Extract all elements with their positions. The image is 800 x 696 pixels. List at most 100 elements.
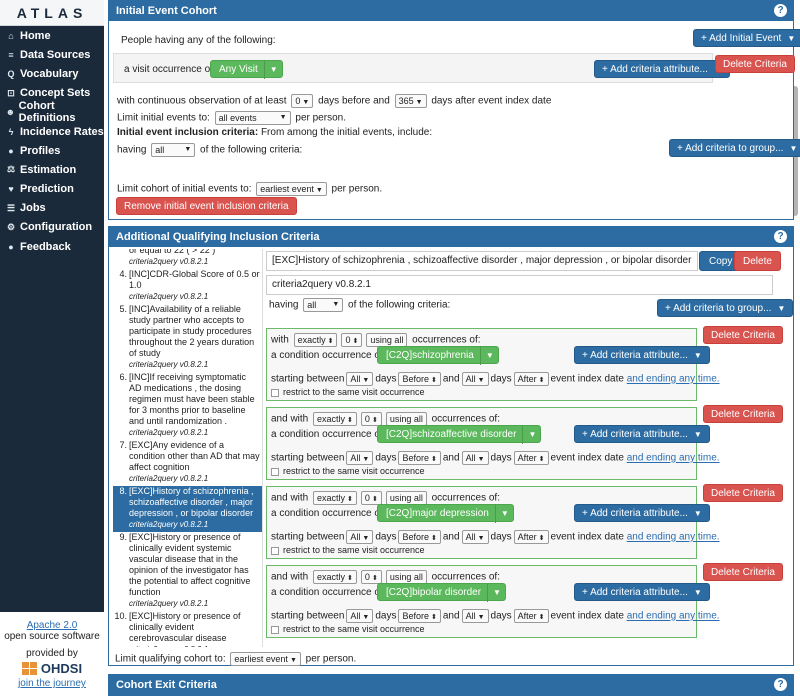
inclusion-rule-list[interactable]: or equal to 22 ( > 22 ) criteria2query v0… — [113, 249, 263, 647]
having-select[interactable]: all ▼ — [151, 143, 196, 157]
count-input[interactable]: 0 ⬍ — [360, 570, 382, 584]
sidebar-item-cohort-definitions[interactable]: ☻ Cohort Definitions — [0, 100, 104, 124]
before-value: Before — [402, 611, 429, 621]
end-days-select[interactable]: All ▼ — [461, 372, 489, 386]
help-icon[interactable]: ? — [774, 4, 787, 17]
rule-add-criteria-to-group-button[interactable]: + Add criteria to group... ▼ — [657, 299, 794, 317]
after-select[interactable]: After ⬍ — [513, 372, 549, 386]
sidebar-item-data-sources[interactable]: ≡ Data Sources — [0, 45, 104, 64]
limit-cohort-select[interactable]: earliest event ▼ — [256, 182, 327, 196]
caret-down-icon: ▼ — [494, 505, 509, 523]
join-journey-link[interactable]: join the journey — [0, 678, 104, 689]
remove-inclusion-criteria-button[interactable]: Remove initial event inclusion criteria — [116, 197, 297, 215]
inclusion-rule-item[interactable]: 5. [INC]Availability of a reliable study … — [113, 304, 262, 372]
end-days-select[interactable]: All ▼ — [461, 609, 489, 623]
rule-description-input[interactable]: criteria2query v0.8.2.1 — [266, 275, 773, 295]
add-criteria-attribute-button[interactable]: + Add criteria attribute...▼ — [574, 346, 710, 364]
start-days-select[interactable]: All ▼ — [346, 609, 374, 623]
concept-set-button[interactable]: [C2Q]schizophrenia ▼ — [377, 346, 499, 365]
limit-qualifying-select[interactable]: earliest event ▼ — [230, 652, 301, 666]
start-days-select[interactable]: All ▼ — [346, 372, 374, 386]
inclusion-rule-item[interactable]: 6. [INC]If receiving symptomatic AD medic… — [113, 372, 262, 440]
days-after-select[interactable]: 365 ▼ — [394, 94, 427, 108]
sidebar-item-vocabulary[interactable]: Q Vocabulary — [0, 64, 104, 83]
start-days-select[interactable]: All ▼ — [346, 530, 374, 544]
sidebar-item-estimation[interactable]: ⚖ Estimation — [0, 160, 104, 179]
sidebar-item-configuration[interactable]: ⚙ Configuration — [0, 218, 104, 237]
event-index-text: event index date — [550, 373, 624, 385]
sidebar-item-profiles[interactable]: ● Profiles — [0, 141, 104, 160]
add-criteria-attribute-button[interactable]: + Add criteria attribute...▼ — [574, 504, 710, 522]
sidebar-item-jobs[interactable]: ☰ Jobs — [0, 199, 104, 218]
count-type-select[interactable]: exactly ⬍ — [313, 412, 357, 426]
before-select[interactable]: Before ⬍ — [398, 530, 441, 544]
occurrence-row: and with exactly ⬍ 0 ⬍ using all occurrences… — [271, 491, 500, 505]
inclusion-rule-item[interactable]: 10. [EXC]History or presence of clinicall… — [113, 611, 262, 647]
ending-any-time-link[interactable]: and ending any time. — [627, 532, 720, 543]
start-days-select[interactable]: All ▼ — [346, 451, 374, 465]
restrict-visit-checkbox[interactable] — [271, 467, 279, 476]
rule-having-select[interactable]: all ▼ — [303, 298, 344, 312]
concept-set-button[interactable]: [C2Q]major depression ▼ — [377, 504, 514, 523]
count-type-select[interactable]: exactly ⬍ — [293, 333, 338, 347]
restrict-visit-checkbox[interactable] — [271, 388, 279, 397]
any-visit-button[interactable]: Any Visit ▼ — [210, 60, 283, 79]
add-criteria-to-group-button[interactable]: + Add criteria to group... ▼ — [669, 139, 800, 157]
rule-source: criteria2query v0.8.2.1 — [129, 599, 209, 608]
rule-name-input[interactable]: [EXC]History of schizophrenia , schizoaf… — [266, 251, 698, 271]
count-value: 0 — [364, 572, 370, 582]
delete-criteria-button[interactable]: Delete Criteria — [703, 484, 783, 502]
sidebar-item-prediction[interactable]: ♥ Prediction — [0, 180, 104, 199]
restrict-visit-checkbox[interactable] — [271, 625, 279, 634]
add-initial-event-button[interactable]: + Add Initial Event ▼ — [693, 29, 800, 47]
inclusion-rule-item[interactable]: or equal to 22 ( > 22 ) criteria2query v0… — [113, 249, 262, 269]
apache-license-link[interactable]: Apache 2.0 — [0, 620, 104, 631]
ohdsi-logo[interactable]: OHDSI — [0, 661, 104, 676]
inclusion-rule-item[interactable]: 8. [EXC]History of schizophrenia , schizo… — [113, 486, 262, 532]
count-input[interactable]: 0 ⬍ — [360, 491, 382, 505]
limit-initial-select[interactable]: all events ▼ — [214, 111, 291, 125]
sidebar-item-incidence-rates[interactable]: ϟ Incidence Rates — [0, 122, 104, 141]
delete-criteria-button[interactable]: Delete Criteria — [703, 326, 783, 344]
atlas-logo[interactable]: ATLAS — [0, 0, 104, 26]
inclusion-rule-item[interactable]: 4. [INC]CDR-Global Score of 0.5 or 1.0 cri… — [113, 269, 262, 304]
ending-any-time-link[interactable]: and ending any time. — [627, 453, 720, 464]
end-days-select[interactable]: All ▼ — [461, 451, 489, 465]
sidebar-item-feedback[interactable]: ● Feedback — [0, 237, 104, 256]
before-select[interactable]: Before ⬍ — [398, 451, 441, 465]
inclusion-rule-item[interactable]: 7. [EXC]Any evidence of a condition other… — [113, 440, 262, 486]
ending-any-time-link[interactable]: and ending any time. — [627, 374, 720, 385]
help-icon[interactable]: ? — [774, 678, 787, 691]
after-select[interactable]: After ⬍ — [513, 609, 549, 623]
before-select[interactable]: Before ⬍ — [398, 372, 441, 386]
delete-rule-button[interactable]: Delete — [734, 251, 781, 271]
help-icon[interactable]: ? — [774, 230, 787, 243]
after-select[interactable]: After ⬍ — [513, 451, 549, 465]
add-criteria-attribute-button[interactable]: + Add criteria attribute...▼ — [574, 425, 710, 443]
add-criteria-attribute-button[interactable]: + Add criteria attribute...▼ — [574, 583, 710, 601]
after-select[interactable]: After ⬍ — [513, 530, 549, 544]
delete-criteria-button[interactable]: Delete Criteria — [703, 563, 783, 581]
cohort-exit-header[interactable]: Cohort Exit Criteria ? — [109, 675, 793, 695]
inclusion-rule-item[interactable]: 9. [EXC]History or presence of clinically… — [113, 532, 262, 611]
using-select[interactable]: using all — [385, 412, 427, 426]
restrict-visit-label: restrict to the same visit occurrence — [283, 545, 425, 555]
end-days-select[interactable]: All ▼ — [461, 530, 489, 544]
concept-set-button[interactable]: [C2Q]schizoaffective disorder ▼ — [377, 425, 542, 444]
days-before-select[interactable]: 0 ▼ — [291, 94, 314, 108]
count-input[interactable]: 0 ⬍ — [360, 412, 382, 426]
count-type-select[interactable]: exactly ⬍ — [313, 491, 357, 505]
using-select[interactable]: using all — [366, 333, 408, 347]
sidebar-item-home[interactable]: ⌂ Home — [0, 26, 104, 45]
using-select[interactable]: using all — [385, 570, 427, 584]
count-type-select[interactable]: exactly ⬍ — [313, 570, 357, 584]
add-criteria-attribute-button[interactable]: + Add criteria attribute...▼ — [594, 60, 730, 78]
using-select[interactable]: using all — [385, 491, 427, 505]
delete-criteria-button[interactable]: Delete Criteria — [703, 405, 783, 423]
count-input[interactable]: 0 ⬍ — [341, 333, 363, 347]
before-select[interactable]: Before ⬍ — [398, 609, 441, 623]
restrict-visit-checkbox[interactable] — [271, 546, 279, 555]
concept-set-button[interactable]: [C2Q]bipolar disorder ▼ — [377, 583, 506, 602]
ending-any-time-link[interactable]: and ending any time. — [627, 611, 720, 622]
delete-criteria-button[interactable]: Delete Criteria — [715, 55, 795, 73]
